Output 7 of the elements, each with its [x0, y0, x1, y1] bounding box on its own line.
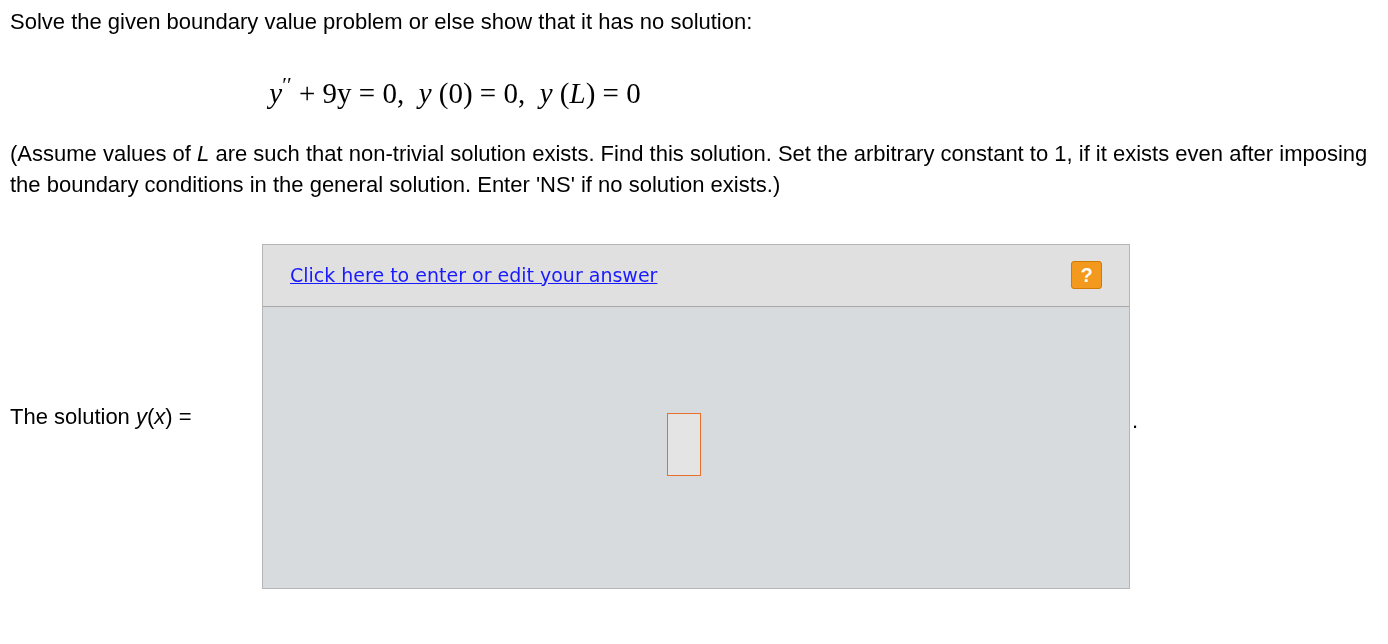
answer-box[interactable] — [667, 412, 701, 476]
edit-answer-link[interactable]: Click here to enter or edit your answer — [290, 260, 658, 290]
trailing-period: . — [1132, 406, 1139, 435]
solution-label: The solution y(x) = — [10, 402, 193, 431]
question-text: Solve the given boundary value problem or else show that it has no solution: — [10, 8, 753, 36]
equation: y$^{′′}$ + 9y = 0, y (0) = 0, y (L) = 0 — [269, 72, 641, 111]
instructions-text: (Assume values of L are such that non-trivial solution exists. Find this solution. Set the arbitrary constant to 1, if it exists even after imposing the boundary conditions in the general solution. Enter 'NS' if no solution exists.) — [10, 139, 1369, 199]
